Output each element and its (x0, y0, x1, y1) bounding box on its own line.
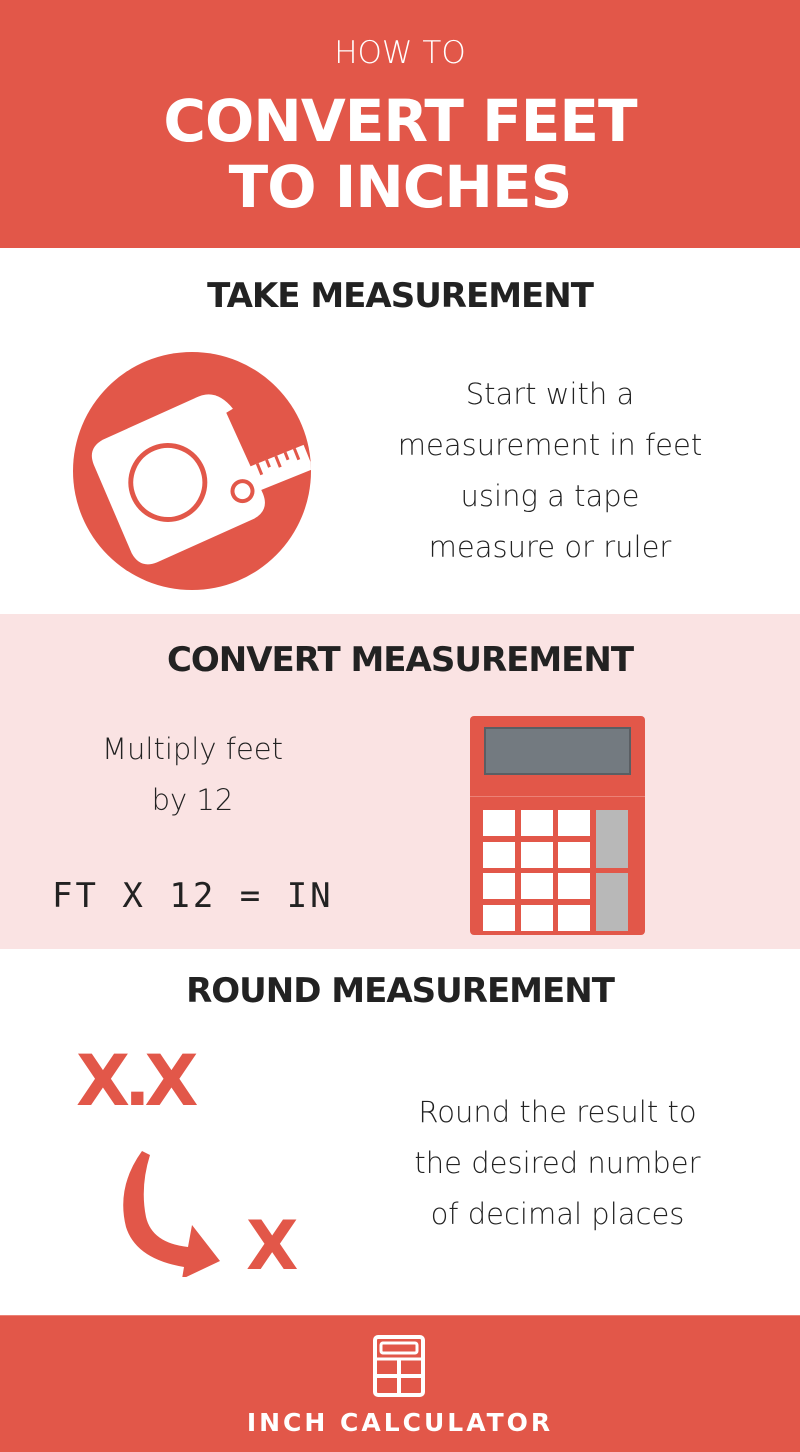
calculator-key-tall (596, 873, 628, 931)
calculator-divider (470, 796, 645, 797)
footer-brand: INCH CALCULATOR (246, 1408, 554, 1437)
calculator-key (521, 905, 553, 931)
header-kicker: HOW TO (334, 35, 466, 71)
step-title: TAKE MEASUREMENT (207, 276, 594, 316)
step-convert-measurement: CONVERT MEASUREMENT Multiply feet by 12 … (0, 614, 800, 949)
decimal-label: X.X (76, 1040, 199, 1122)
calculator-key (558, 905, 590, 931)
calculator-key (521, 842, 553, 868)
title-line-1: CONVERT FEET (163, 87, 637, 155)
calculator-key (483, 810, 515, 836)
calculator-icon (470, 716, 645, 935)
description-line: by 12 (151, 783, 234, 817)
conversion-formula: FT X 12 = IN (52, 876, 334, 916)
title-line-2: TO INCHES (228, 153, 573, 221)
calculator-key (521, 873, 553, 899)
curved-arrow-icon (123, 1151, 220, 1277)
tape-measure-icon (73, 352, 311, 590)
footer-banner: INCH CALCULATOR (0, 1315, 800, 1452)
step-description: Start with a measurement in feet using a… (380, 369, 720, 573)
step-take-measurement: TAKE MEASUREMENT Start with a measuremen… (0, 248, 800, 614)
description-line: Start with a (465, 377, 635, 411)
step-round-measurement: ROUND MEASUREMENT X.X X Round the result… (0, 949, 800, 1315)
calculator-key (521, 810, 553, 836)
description-line: using a tape (460, 479, 640, 513)
step-description: Round the result to the desired number o… (385, 1087, 730, 1240)
calculator-key-tall (596, 810, 628, 868)
page-title: CONVERT FEET TO INCHES (0, 88, 800, 220)
step-description: Multiply feet by 12 (30, 724, 355, 826)
calculator-screen (484, 727, 631, 775)
description-line: measurement in feet (397, 428, 703, 462)
calculator-key (558, 873, 590, 899)
calculator-key (558, 842, 590, 868)
description-line: Multiply feet (102, 732, 283, 766)
calculator-key (558, 810, 590, 836)
calculator-key (483, 842, 515, 868)
step-title: ROUND MEASUREMENT (186, 971, 615, 1011)
description-line: of decimal places (430, 1197, 685, 1231)
step-title: CONVERT MEASUREMENT (166, 640, 634, 680)
calculator-key (483, 905, 515, 931)
description-line: the desired number (414, 1146, 701, 1180)
calculator-key (483, 873, 515, 899)
description-line: measure or ruler (428, 530, 672, 564)
rounding-arrow-icon: X.X X (72, 1041, 322, 1287)
description-line: Round the result to (418, 1095, 697, 1129)
calculator-icon (373, 1335, 425, 1397)
rounded-label: X (246, 1207, 299, 1286)
header-banner: HOW TO CONVERT FEET TO INCHES (0, 0, 800, 248)
